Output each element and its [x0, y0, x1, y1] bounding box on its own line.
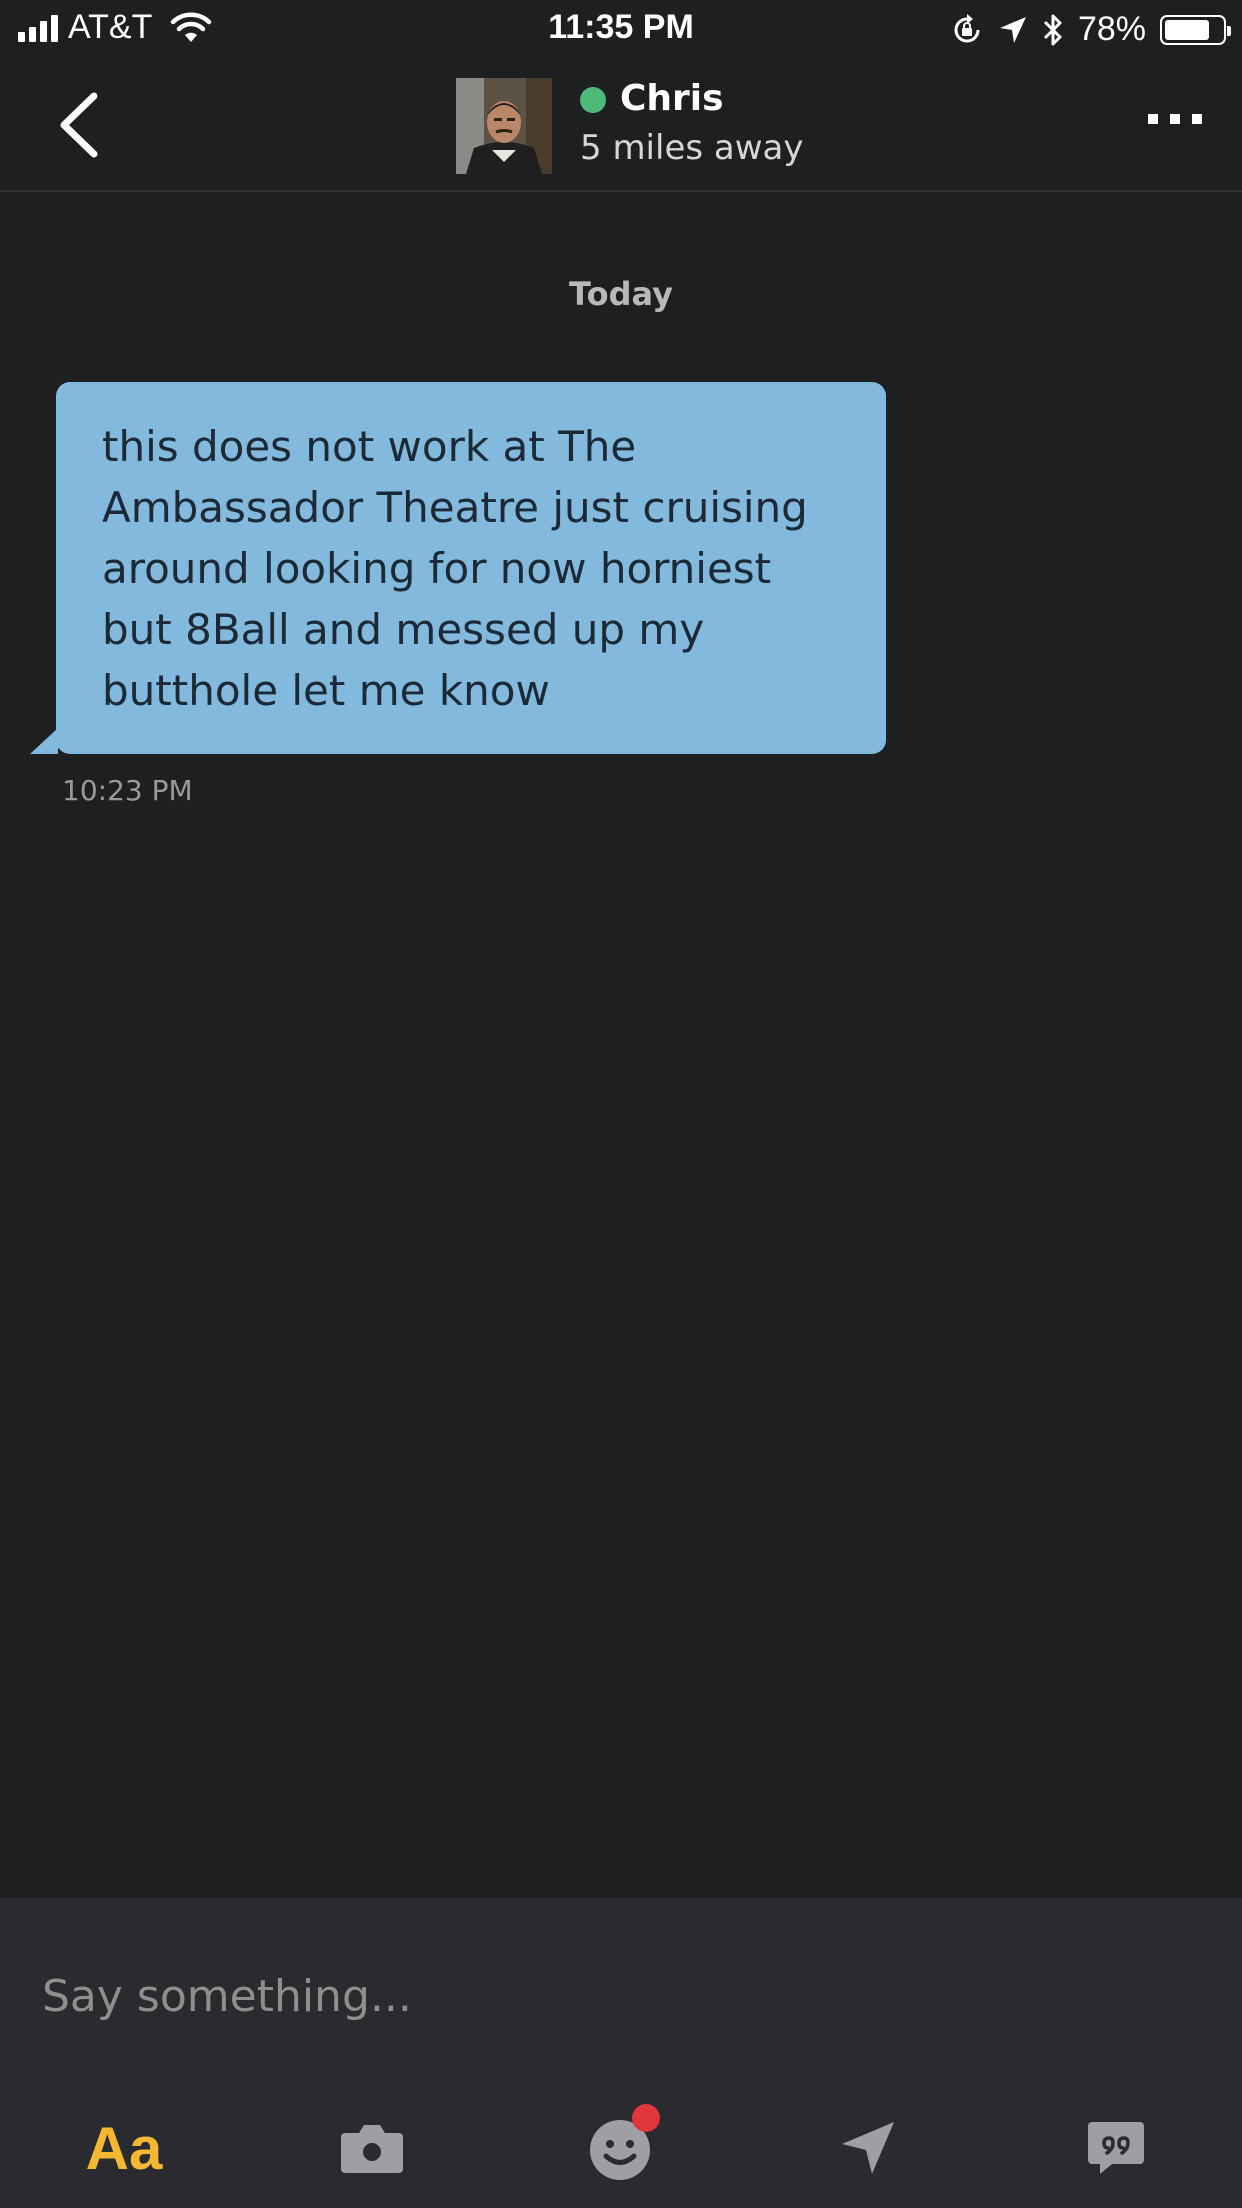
location-arrow-icon — [999, 16, 1026, 43]
online-status-dot — [580, 87, 606, 113]
contact-name[interactable]: Chris — [620, 78, 724, 119]
battery-percent: 78% — [1077, 10, 1146, 48]
battery-level — [1165, 19, 1209, 40]
avatar[interactable] — [456, 78, 552, 174]
message-composer: Aa — [0, 1898, 1242, 2208]
message-bubble-tail — [30, 728, 58, 754]
more-dots-icon[interactable] — [1148, 114, 1202, 124]
chat-header: Chris 5 miles away — [0, 62, 1242, 192]
text-format-button[interactable]: Aa — [74, 2098, 174, 2198]
text-format-label: Aa — [85, 2114, 163, 2182]
camera-icon — [341, 2125, 403, 2173]
status-bar: AT&T 11:35 PM 78% — [0, 0, 1242, 62]
emoji-button[interactable] — [570, 2098, 670, 2198]
send-location-button[interactable] — [818, 2098, 918, 2198]
day-separator: Today — [569, 275, 673, 313]
contact-distance: 5 miles away — [580, 128, 804, 168]
battery-icon — [1160, 14, 1231, 45]
status-right: 78% — [950, 10, 1231, 49]
message-bubble[interactable]: this does not work at The Ambassador The… — [56, 382, 886, 754]
location-send-icon — [842, 2122, 894, 2174]
bluetooth-icon — [1043, 14, 1062, 45]
notification-badge — [632, 2104, 660, 2132]
saved-phrases-button[interactable] — [1066, 2098, 1166, 2198]
composer-toolbar: Aa — [0, 2098, 1242, 2198]
profile-photo — [456, 78, 552, 174]
chevron-left-icon[interactable] — [52, 90, 112, 160]
saved-phrases-icon — [1088, 2122, 1144, 2174]
message-input[interactable] — [42, 1956, 1192, 2036]
camera-button[interactable] — [322, 2098, 422, 2198]
rotation-lock-icon — [954, 13, 980, 42]
message-timestamp: 10:23 PM — [62, 774, 193, 807]
